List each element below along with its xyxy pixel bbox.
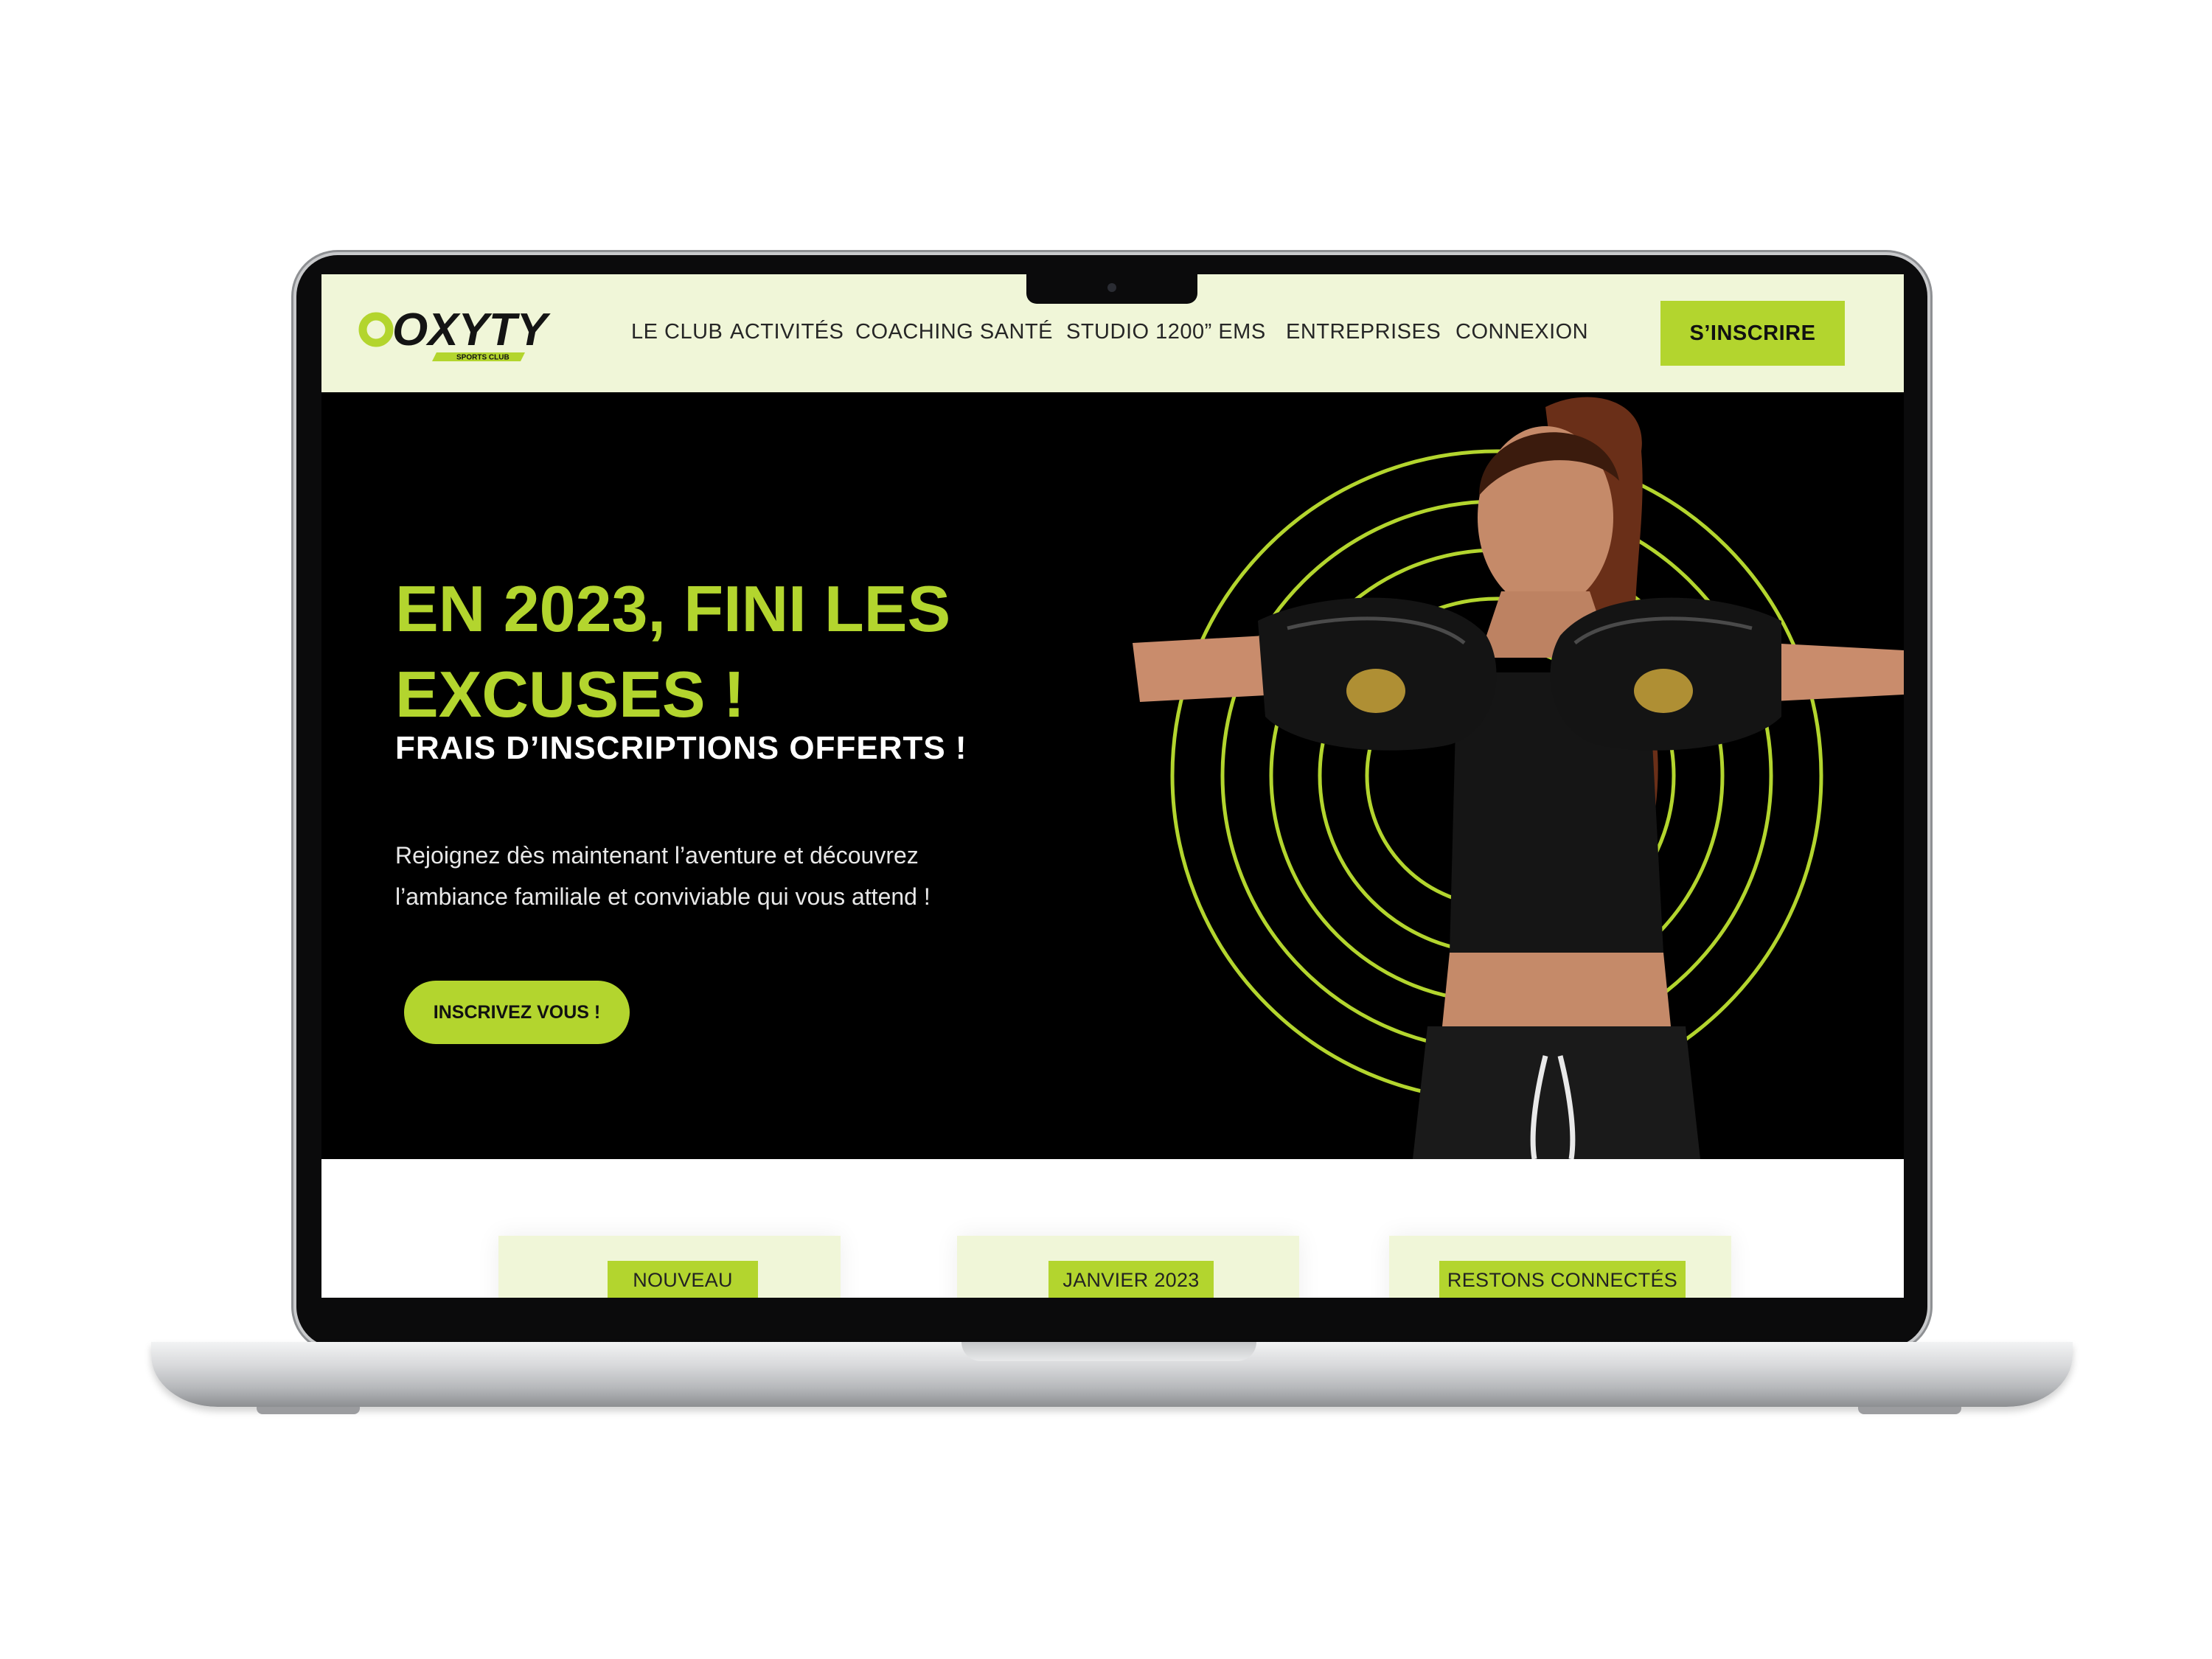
card-tag: RESTONS CONNECTÉS — [1439, 1261, 1686, 1298]
nav-activites[interactable]: ACTIVITÉS — [730, 320, 844, 344]
hero-description: Rejoignez dès maintenant l’aventure et d… — [395, 835, 1059, 917]
card-nouveau[interactable]: NOUVEAU — [498, 1236, 841, 1298]
hero-section: EN 2023, FINI LES EXCUSES ! FRAIS D’INSC… — [321, 392, 1904, 1159]
highlights-section: NOUVEAU JANVIER 2023 RESTONS CONNECTÉS — [321, 1159, 1904, 1298]
signup-button[interactable]: S’INSCRIRE — [1660, 301, 1845, 366]
card-restons-connectes[interactable]: RESTONS CONNECTÉS — [1389, 1236, 1731, 1298]
signup-cta-button[interactable]: INSCRIVEZ VOUS ! — [404, 981, 630, 1044]
hero-subtitle: FRAIS D’INSCRIPTIONS OFFERTS ! — [395, 730, 967, 766]
card-tag: JANVIER 2023 — [1048, 1261, 1214, 1298]
nav-le-club[interactable]: LE CLUB — [631, 320, 723, 344]
website-screen: OXYTY SPORTS CLUB LE CLUB ACTIVITÉS COAC… — [321, 274, 1904, 1298]
laptop-foot-left — [257, 1407, 360, 1414]
oxyty-logo[interactable]: OXYTY SPORTS CLUB — [357, 302, 556, 369]
laptop-foot-right — [1858, 1407, 1961, 1414]
hero-description-line1: Rejoignez dès maintenant l’aventure et d… — [395, 842, 919, 869]
nav-connexion[interactable]: CONNEXION — [1455, 320, 1588, 344]
nav-studio-ems[interactable]: STUDIO 1200” EMS — [1066, 320, 1266, 344]
card-janvier-2023[interactable]: JANVIER 2023 — [957, 1236, 1299, 1298]
nav-coaching-sante[interactable]: COACHING SANTÉ — [855, 320, 1053, 344]
camera-icon — [1107, 283, 1116, 292]
logo-tagline: SPORTS CLUB — [456, 354, 509, 362]
hero-title: EN 2023, FINI LES EXCUSES ! — [395, 566, 1133, 737]
boxer-hero-image — [1133, 397, 1904, 1159]
laptop-base-notch — [961, 1342, 1256, 1361]
logo-wordmark: OXYTY — [392, 305, 552, 355]
nav-entreprises[interactable]: ENTREPRISES — [1286, 320, 1441, 344]
card-tag: NOUVEAU — [608, 1261, 758, 1298]
hero-title-line1: EN 2023, FINI LES — [395, 572, 951, 645]
boxer-figure — [1133, 397, 1904, 1159]
camera-notch — [1026, 274, 1197, 304]
hero-description-line2: l’ambiance familiale et conviviable qui … — [395, 883, 931, 910]
hero-title-line2: EXCUSES ! — [395, 658, 745, 731]
